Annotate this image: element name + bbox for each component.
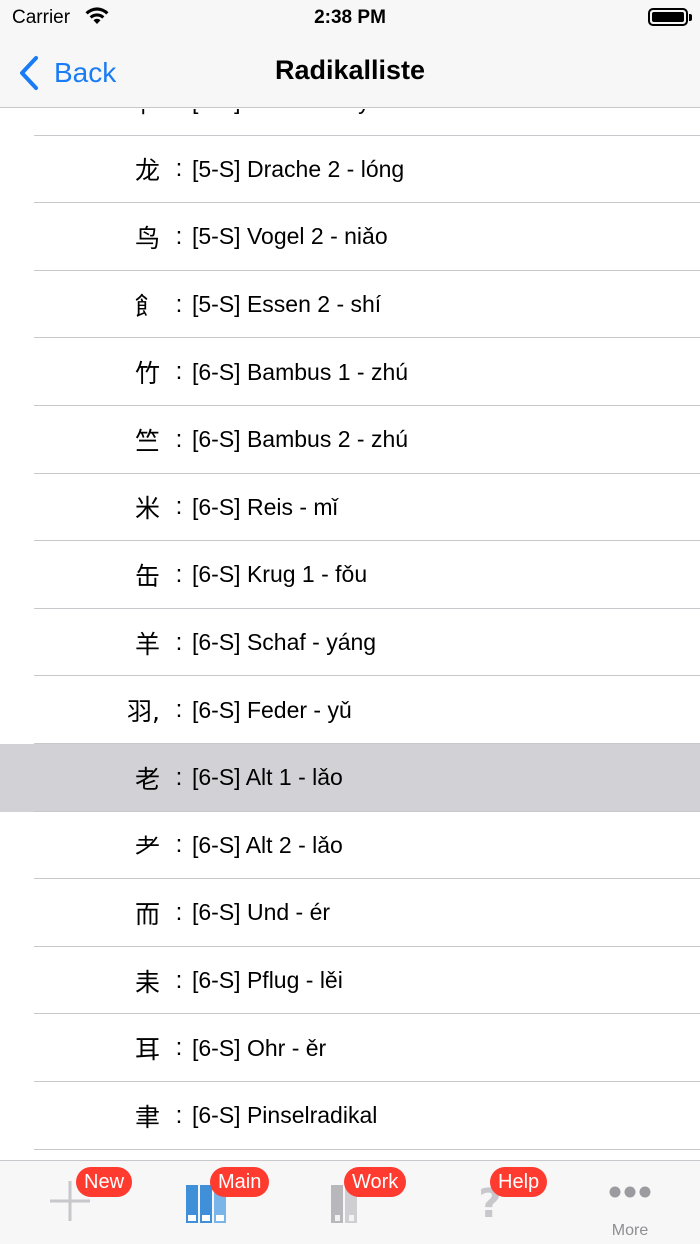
separator: : [175,1101,183,1129]
separator: : [175,898,183,926]
list-item[interactable]: 老: [6-S] Alt 1 - lǎo [0,743,700,812]
radical-character: 鸟 [134,223,160,253]
radical-description: [6-S] Und - ér [192,899,331,926]
list-item[interactable]: 鸟: [5-S] Vogel 2 - niǎo [0,203,700,271]
radical-description: [6-S] Alt 2 - lǎo [192,831,343,858]
separator: : [175,696,183,724]
list-item[interactable]: 米: [6-S] Reis - mǐ [0,474,700,542]
radical-list[interactable]: 衤:[5-S] Kleider 1 - yī龙:[5-S] Drache 2 -… [0,109,700,1160]
radical-character: 羽, [127,697,160,727]
separator: : [175,1034,183,1062]
radical-description: [6-S] Pflug - lěi [192,967,343,994]
badge-help: Help [490,1167,548,1197]
radical-description: [6-S] Feder - yǔ [192,696,352,723]
radical-character: 飠 [134,291,160,321]
page-title: Radikalliste [274,55,426,85]
list-item[interactable]: 耂: [6-S] Alt 2 - lǎo [0,812,700,880]
radical-character: 聿 [134,1102,160,1132]
tab-work[interactable]: Work [280,1161,420,1244]
radical-character: 羊 [134,629,160,659]
radical-description: [6-S] Reis - mǐ [192,493,338,520]
radical-character: 龙 [134,156,160,186]
separator: : [160,109,190,116]
list-item[interactable]: 竹: [6-S] Bambus 1 - zhú [0,338,700,406]
tab-more-label: More [611,1222,649,1239]
radical-character: 衤 [0,109,160,120]
list-item[interactable]: 耒: [6-S] Pflug - lěi [0,947,700,1015]
more-icon [608,1185,652,1204]
list-item[interactable]: 龙: [5-S] Drache 2 - lóng [0,136,700,204]
radical-description: [6-S] Alt 1 - lǎo [192,764,343,791]
separator: : [175,831,183,859]
separator: : [175,425,183,453]
tab-main[interactable]: Main [140,1161,280,1244]
tab-new[interactable]: New [0,1161,140,1244]
radical-character: 耒 [134,967,160,997]
list-item[interactable]: 飠: [5-S] Essen 2 - shí [0,271,700,339]
separator: : [175,763,183,791]
list-item[interactable]: 羊: [6-S] Schaf - yáng [0,609,700,677]
list-item[interactable]: 衤:[5-S] Kleider 1 - yī [0,109,700,136]
list-item[interactable]: 聿: [6-S] Pinselradikal [0,1082,700,1150]
radical-description: [6-S] Krug 1 - fǒu [192,561,368,588]
list-item[interactable]: 缶: [6-S] Krug 1 - fǒu [0,541,700,609]
radical-character: 耂 [134,832,160,862]
radical-description: [5-S] Vogel 2 - niǎo [192,223,388,250]
radical-character: 竹 [134,359,160,389]
radical-description: [5-S] Drache 2 - lóng [192,155,405,182]
separator: : [175,493,183,521]
badge-new: New [76,1167,133,1197]
radical-description: [6-S] Ohr - ěr [192,1034,327,1061]
separator: : [175,966,183,994]
tab-bar: New Main Work ? Help More [0,1160,700,1244]
radical-character: 而 [134,899,160,929]
separator: : [175,222,183,250]
list-item[interactable]: 耳: [6-S] Ohr - ěr [0,1014,700,1082]
tab-help[interactable]: ? Help [420,1161,560,1244]
radical-description: [5-S] Kleider 1 - yī [190,109,376,115]
status-bar: Carrier 2:38 PM [0,0,700,38]
radical-description: [6-S] Pinselradikal [192,1102,378,1129]
separator: : [175,155,183,183]
radical-description: [6-S] Bambus 1 - zhú [192,358,409,385]
radical-list-content: 衤:[5-S] Kleider 1 - yī龙:[5-S] Drache 2 -… [0,109,700,1150]
radical-description: [6-S] Bambus 2 - zhú [192,426,409,453]
separator: : [175,628,183,656]
radical-character: 竺 [134,426,160,456]
separator: : [175,560,183,588]
badge-work: Work [344,1167,407,1197]
tab-more[interactable]: More [560,1161,700,1244]
navigation-bar: Back Radikalliste [0,38,700,108]
radical-description: [5-S] Essen 2 - shí [192,291,382,318]
radical-description: [6-S] Schaf - yáng [192,629,377,656]
separator: : [175,290,183,318]
battery-icon [648,8,692,26]
separator: : [175,358,183,386]
list-item[interactable]: 而: [6-S] Und - ér [0,879,700,947]
radical-character: 耳 [134,1035,160,1065]
badge-main: Main [210,1167,270,1197]
radical-character: 老 [134,764,160,794]
list-item[interactable]: 竺: [6-S] Bambus 2 - zhú [0,406,700,474]
radical-character: 米 [134,494,160,524]
list-item[interactable]: 羽,: [6-S] Feder - yǔ [0,676,700,744]
radical-character: 缶 [134,561,160,591]
status-time: 2:38 PM [314,7,386,28]
